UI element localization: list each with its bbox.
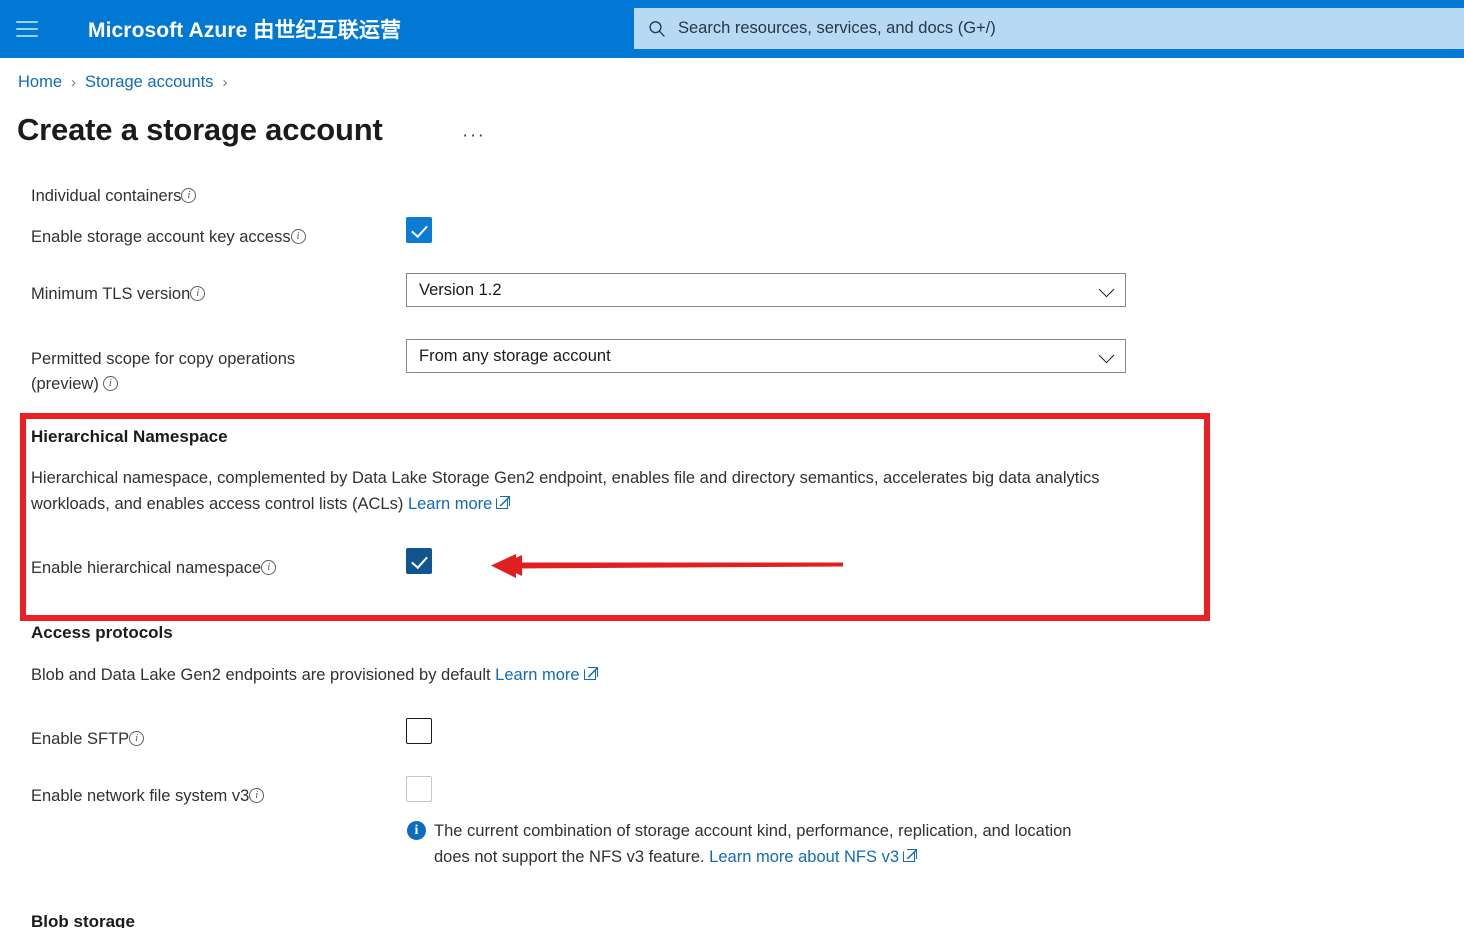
enable-hierarchical-namespace-checkbox[interactable] [406, 548, 432, 574]
info-filled-icon [407, 821, 426, 840]
breadcrumb-separator-icon: › [71, 74, 77, 91]
nfs-notice-line1: The current combination of storage accou… [434, 822, 1010, 840]
access-protocols-description: Blob and Data Lake Gen2 endpoints are pr… [31, 666, 491, 684]
key-access-checkbox[interactable] [406, 217, 432, 243]
hns-description-line1: Hierarchical namespace, complemented by … [31, 469, 968, 487]
hns-checkbox-label-row: Enable hierarchical namespace [31, 556, 277, 581]
info-icon[interactable] [102, 376, 118, 391]
access-protocols-learn-more-link[interactable]: Learn more [495, 666, 579, 684]
nfs-notice-text: The current combination of storage accou… [434, 818, 1094, 870]
enable-hierarchical-namespace-label: Enable hierarchical namespace [31, 559, 262, 577]
hierarchical-namespace-heading: Hierarchical Namespace [31, 427, 228, 446]
copy-scope-label-line2: (preview) [31, 375, 99, 393]
breadcrumb-item-storage-accounts[interactable]: Storage accounts [85, 73, 213, 92]
chevron-down-icon [1099, 348, 1115, 364]
hamburger-line [16, 28, 38, 30]
nfs-unsupported-notice: The current combination of storage accou… [407, 818, 1094, 870]
info-icon[interactable] [129, 731, 145, 746]
enable-sftp-checkbox[interactable] [406, 718, 432, 744]
info-icon[interactable] [181, 188, 197, 203]
info-icon[interactable] [261, 560, 277, 575]
external-link-icon [583, 667, 597, 680]
enable-sftp-label: Enable SFTP [31, 730, 130, 748]
hamburger-menu-icon[interactable] [0, 0, 54, 58]
sftp-label-row: Enable SFTP [31, 727, 145, 752]
search-icon [649, 20, 665, 37]
key-access-label: Enable storage account key access [31, 228, 291, 246]
access-protocols-heading: Access protocols [31, 623, 173, 642]
search-input[interactable] [676, 18, 1464, 39]
enable-nfs-v3-checkbox [406, 776, 432, 802]
copy-scope-value: From any storage account [419, 346, 611, 365]
copy-scope-label-row: Permitted scope for copy operations (pre… [31, 347, 391, 397]
azure-brand-title[interactable]: Microsoft Azure 由世纪互联运营 [88, 14, 401, 44]
tls-label-row: Minimum TLS version [31, 282, 206, 307]
hamburger-line [16, 35, 38, 37]
page-title: Create a storage account [17, 112, 383, 147]
copy-scope-label-line1: Permitted scope for copy operations [31, 350, 296, 368]
info-icon[interactable] [249, 788, 265, 803]
individual-containers-label-row: Individual containers [31, 184, 197, 209]
individual-containers-label: Individual containers [31, 187, 182, 205]
enable-nfs-v3-label: Enable network file system v3 [31, 787, 250, 805]
nfs-label-row: Enable network file system v3 [31, 784, 265, 809]
global-search-box[interactable] [634, 8, 1464, 49]
access-protocols-description-row: Blob and Data Lake Gen2 endpoints are pr… [31, 662, 597, 688]
key-access-label-row: Enable storage account key access [31, 225, 306, 250]
external-link-icon [496, 496, 509, 509]
minimum-tls-version-value: Version 1.2 [419, 280, 502, 299]
breadcrumb: Home › Storage accounts › [18, 73, 227, 92]
external-link-icon [903, 849, 916, 862]
blob-storage-heading: Blob storage [31, 912, 135, 928]
more-options-button[interactable]: ··· [462, 125, 485, 147]
minimum-tls-version-label: Minimum TLS version [31, 285, 191, 303]
brand-prefix: Microsoft Azure [88, 19, 254, 42]
nfs-learn-more-link[interactable]: Learn more about NFS v3 [709, 848, 899, 866]
top-navigation-bar: Microsoft Azure 由世纪互联运营 [0, 0, 1464, 58]
breadcrumb-item-home[interactable]: Home [18, 73, 62, 92]
hns-learn-more-link[interactable]: Learn more [408, 495, 492, 513]
hierarchical-namespace-description: Hierarchical namespace, complemented by … [31, 465, 1171, 517]
hamburger-line [16, 21, 38, 23]
breadcrumb-separator-icon: › [222, 74, 228, 91]
chevron-down-icon [1099, 282, 1115, 298]
info-icon[interactable] [190, 286, 206, 301]
red-arrow-annotation [491, 554, 843, 578]
copy-scope-dropdown[interactable]: From any storage account [406, 339, 1126, 373]
brand-chinese-operator: 由世纪互联运营 [253, 19, 402, 42]
minimum-tls-version-dropdown[interactable]: Version 1.2 [406, 273, 1126, 307]
info-icon[interactable] [290, 229, 306, 244]
copy-scope-label-line2-wrap: (preview) [31, 372, 391, 397]
